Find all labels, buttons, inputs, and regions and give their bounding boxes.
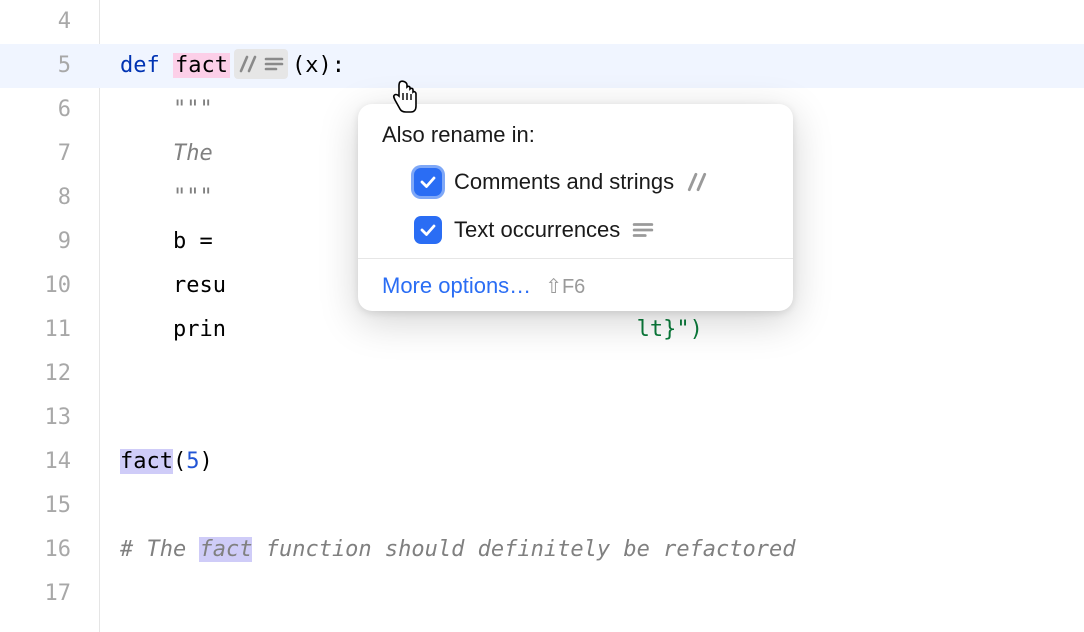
popup-option-text-occurrences[interactable]: Text occurrences <box>358 210 793 250</box>
line-number: 4 <box>0 0 71 44</box>
code-line[interactable]: prinXXXXXXXXXXXXXXXXXXXXXXXXXXXXXXXlt}") <box>120 308 1084 352</box>
check-icon <box>419 221 437 239</box>
line-number: 7 <box>0 132 71 176</box>
popup-option-comments-strings[interactable]: Comments and strings <box>358 162 793 202</box>
text-lines-icon <box>264 56 284 72</box>
usage-highlight: fact <box>199 537 252 562</box>
popup-option-label: Comments and strings <box>454 169 674 195</box>
line-number: 9 <box>0 220 71 264</box>
line-number: 5 <box>0 44 71 88</box>
line-number-gutter: 4 5 6 7 8 9 10 11 12 13 14 15 16 17 <box>0 0 100 632</box>
code-text: b = <box>173 229 226 254</box>
line-number: 16 <box>0 528 71 572</box>
code-line[interactable]: def fact (x): <box>120 44 1084 88</box>
popup-title: Also rename in: <box>358 122 793 162</box>
line-number: 17 <box>0 572 71 616</box>
line-number: 6 <box>0 88 71 132</box>
code-line[interactable] <box>120 396 1084 440</box>
checkbox-text-occurrences[interactable] <box>414 216 442 244</box>
more-options-link[interactable]: More options… <box>382 273 531 299</box>
code-line[interactable] <box>120 0 1084 44</box>
fn-params: (x): <box>292 53 345 78</box>
line-number: 14 <box>0 440 71 484</box>
text-lines-icon <box>632 221 654 239</box>
call-open: ( <box>173 449 186 474</box>
string-text: ") <box>676 317 703 342</box>
comment-slash-icon <box>238 55 258 73</box>
rename-popup: Also rename in: Comments and strings Tex… <box>358 104 793 311</box>
string-text: lt} <box>637 317 677 342</box>
line-number: 15 <box>0 484 71 528</box>
docstring-quote: """ <box>173 185 213 210</box>
editor-root: 4 5 6 7 8 9 10 11 12 13 14 15 16 17 def … <box>0 0 1084 632</box>
code-area[interactable]: def fact(x): """ TheXXXXXXXXXXXXXXXXXXXX… <box>100 0 1084 632</box>
code-text: prin <box>173 317 226 342</box>
popup-option-label: Text occurrences <box>454 217 620 243</box>
docstring-text: The <box>173 141 213 166</box>
comment-text: function should definitely be refactored <box>252 537 795 562</box>
checkbox-comments-strings[interactable] <box>414 168 442 196</box>
number-literal: 5 <box>186 449 199 474</box>
popup-divider <box>358 258 793 259</box>
line-number: 13 <box>0 396 71 440</box>
rename-inline-options[interactable] <box>234 49 288 79</box>
code-line[interactable] <box>120 572 1084 616</box>
popup-footer: More options… ⇧F6 <box>358 267 793 299</box>
code-line[interactable] <box>120 352 1084 396</box>
rename-target[interactable]: fact <box>173 53 230 78</box>
line-number: 8 <box>0 176 71 220</box>
call-close: ) <box>199 449 212 474</box>
comment-slash-icon <box>686 172 708 192</box>
line-number: 11 <box>0 308 71 352</box>
pointer-cursor-icon <box>390 80 420 120</box>
keyword-def: def <box>120 53 173 78</box>
usage-highlight: fact <box>120 449 173 474</box>
code-line[interactable]: fact(5) <box>120 440 1084 484</box>
comment-text: # The <box>120 537 199 562</box>
code-line[interactable] <box>120 484 1084 528</box>
docstring-quote: """ <box>173 97 213 122</box>
code-text: resu <box>173 273 226 298</box>
check-icon <box>419 173 437 191</box>
code-line[interactable]: # The fact function should definitely be… <box>120 528 1084 572</box>
line-number: 12 <box>0 352 71 396</box>
line-number: 10 <box>0 264 71 308</box>
shortcut-hint: ⇧F6 <box>545 274 585 299</box>
